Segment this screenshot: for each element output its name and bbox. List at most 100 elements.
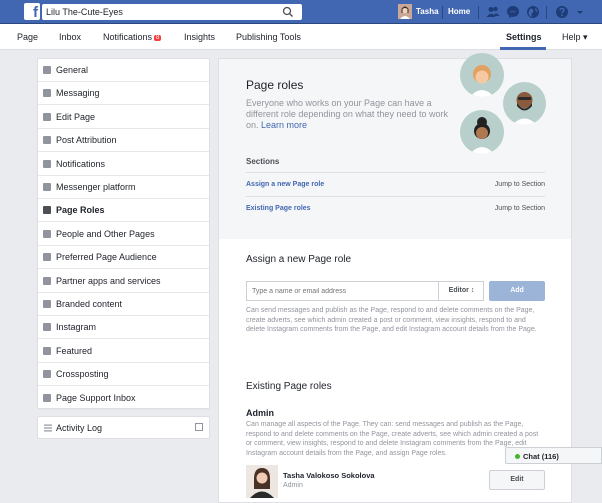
sidebar-item-post-attribution[interactable]: Post Attribution: [38, 129, 209, 153]
help-icon[interactable]: [555, 5, 569, 19]
person-icon: [43, 206, 51, 215]
sidebar-item-label: General: [56, 65, 89, 75]
search-input[interactable]: [42, 4, 282, 20]
tab-inbox[interactable]: Inbox: [59, 32, 81, 42]
people-icon: [43, 229, 51, 238]
pencil-icon: [43, 112, 51, 121]
jump-to-section-link[interactable]: Jump to Section: [495, 181, 545, 188]
home-link[interactable]: Home: [448, 7, 470, 16]
sidebar-item-people-and-other-pages[interactable]: People and Other Pages: [38, 223, 209, 246]
sidebar-item-label: Page Support Inbox: [56, 392, 136, 403]
existing-roles-heading: Existing Page roles: [246, 381, 332, 392]
divider: [442, 6, 443, 19]
online-status-icon: [515, 454, 520, 459]
user-avatar[interactable]: [398, 4, 412, 19]
sidebar-item-label: Preferred Page Audience: [56, 252, 157, 263]
account-menu-chevron-icon[interactable]: [575, 5, 585, 19]
sidebar-item-partner-apps-and-services[interactable]: Partner apps and services: [38, 270, 209, 293]
instagram-icon: [43, 323, 51, 332]
learn-more-link[interactable]: Learn more: [261, 120, 307, 130]
sidebar-item-instagram[interactable]: Instagram: [38, 316, 209, 340]
name-email-input[interactable]: [247, 282, 437, 300]
inbox-icon: [43, 393, 51, 402]
sidebar-item-label: Featured: [56, 345, 93, 356]
add-button[interactable]: Add: [489, 281, 545, 301]
admin-name[interactable]: Tasha Valokoso Sokolova: [283, 471, 375, 480]
audience-icon: [43, 253, 51, 262]
search-box[interactable]: [42, 4, 302, 20]
sidebar-item-label: Branded content: [56, 299, 123, 309]
list-icon: [44, 424, 52, 432]
jump-to-section-link[interactable]: Jump to Section: [495, 205, 545, 212]
editor-role-description: Can send messages and publish as the Pag…: [246, 307, 537, 333]
message-icon: [43, 89, 51, 98]
edit-role-button[interactable]: Edit: [489, 470, 545, 490]
section-row-existing[interactable]: Existing Page roles Jump to Section: [246, 196, 545, 220]
avatar-illustration: [460, 110, 504, 154]
chat-label: Chat (116): [523, 452, 559, 461]
tab-insights[interactable]: Insights: [184, 32, 215, 42]
section-row-assign[interactable]: Assign a new Page role Jump to Section: [246, 172, 545, 196]
admin-avatar[interactable]: [246, 465, 278, 498]
admin-heading: Admin: [246, 408, 274, 418]
page-title: Page roles: [246, 78, 304, 92]
sidebar-item-messaging[interactable]: Messaging: [38, 82, 209, 106]
sidebar-item-preferred-page-audience[interactable]: Preferred Page Audience: [38, 246, 209, 270]
admin-role-description: Can manage all aspects of the Page. They…: [246, 421, 539, 457]
facebook-logo-icon[interactable]: f: [24, 3, 40, 20]
activity-log-link[interactable]: Activity Log: [37, 416, 210, 439]
friend-requests-icon[interactable]: [486, 5, 500, 19]
flag-icon: [43, 136, 51, 145]
sidebar-item-label: Notifications: [56, 158, 106, 169]
sidebar-item-crossposting[interactable]: Crossposting: [38, 363, 209, 387]
sidebar-item-branded-content[interactable]: Branded content: [38, 293, 209, 316]
notifications-badge: 8: [154, 35, 162, 41]
tab-notifications-label: Notifications: [103, 32, 153, 42]
sidebar-item-label: Page Roles: [56, 205, 105, 216]
sidebar-item-page-roles[interactable]: Page Roles: [38, 199, 209, 223]
page-roles-panel: Page roles Everyone who works on your Pa…: [218, 53, 572, 503]
star-icon: [43, 346, 51, 355]
avatar-illustration: [503, 82, 546, 125]
sidebar-item-page-support-inbox[interactable]: Page Support Inbox: [38, 387, 209, 410]
assign-role-field[interactable]: Editor ↕: [246, 281, 484, 301]
gear-icon: [43, 66, 51, 74]
apps-icon: [43, 276, 51, 285]
sidebar-item-messenger-platform[interactable]: Messenger platform: [38, 176, 209, 199]
avatar-illustration: [460, 53, 504, 97]
notifications-globe-icon[interactable]: [526, 5, 540, 19]
tab-help[interactable]: Help ▾: [562, 32, 588, 43]
sidebar-item-edit-page[interactable]: Edit Page: [38, 106, 209, 129]
sidebar-item-notifications[interactable]: Notifications: [38, 153, 209, 176]
messenger-icon[interactable]: [506, 5, 520, 19]
role-select[interactable]: Editor ↕: [438, 282, 484, 300]
video-icon: [43, 370, 51, 379]
page-roles-description: Everyone who works on your Page can have…: [246, 98, 456, 131]
tab-notifications[interactable]: Notifications 8: [103, 32, 162, 42]
tab-publishing-tools[interactable]: Publishing Tools: [236, 32, 301, 42]
sidebar-item-label: Instagram: [56, 322, 97, 333]
section-link-assign[interactable]: Assign a new Page role: [246, 181, 324, 188]
sidebar-item-label: Messenger platform: [56, 182, 136, 192]
messenger-icon: [43, 183, 51, 191]
search-icon[interactable]: [282, 6, 294, 18]
sidebar-item-label: Partner apps and services: [56, 275, 161, 286]
activity-log-label: Activity Log: [56, 423, 103, 433]
user-name-link[interactable]: Tasha: [416, 7, 439, 16]
section-link-existing[interactable]: Existing Page roles: [246, 205, 311, 212]
divider: [546, 6, 547, 19]
settings-sidebar: General Messaging Edit Page Post Attributio…: [37, 58, 210, 410]
divider: [478, 6, 479, 19]
sidebar-item-featured[interactable]: Featured: [38, 340, 209, 363]
globe-icon: [43, 159, 51, 168]
chat-bar[interactable]: Chat (116): [505, 447, 602, 464]
tab-settings[interactable]: Settings: [506, 32, 542, 42]
sidebar-item-general[interactable]: General: [38, 59, 209, 82]
sections-heading: Sections: [246, 157, 280, 166]
handshake-icon: [43, 300, 51, 308]
top-bar: f Tasha Home: [0, 0, 602, 24]
sidebar-item-label: Messaging: [56, 88, 100, 99]
assign-role-heading: Assign a new Page role: [246, 254, 352, 265]
tab-page[interactable]: Page: [17, 32, 38, 42]
active-tab-indicator: [500, 47, 546, 50]
